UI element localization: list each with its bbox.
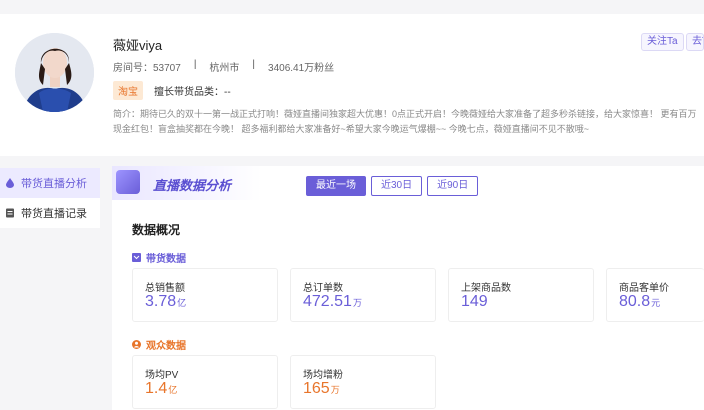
stat-value: 80.8元	[619, 293, 661, 310]
record-icon	[5, 208, 15, 218]
stat-label: 场均增粉	[303, 370, 343, 381]
stat-value: 165万	[303, 380, 340, 397]
banner-title: 直播数据分析	[153, 178, 232, 193]
intro-line: 简介：期待已久的双十一第一战正式打响！薇娅直播间独家超大优惠！0点正式开启！今晚…	[113, 109, 697, 119]
person-icon	[132, 340, 141, 349]
overview-title: 数据概况	[132, 223, 181, 237]
separator: |	[252, 59, 256, 70]
sales-section-title: 带货数据	[132, 250, 186, 265]
fans-count: 3406.41万粉丝	[268, 63, 335, 74]
separator: |	[193, 59, 197, 70]
sidebar-item-label: 带货直播记录	[21, 208, 87, 220]
stat-card-total-sales: 总销售额 3.78亿	[132, 268, 278, 322]
period-selector: 最近一场 近30日 近90日	[306, 176, 483, 196]
sales-section-label: 带货数据	[146, 254, 186, 265]
stat-card-products: 上架商品数 149	[448, 268, 594, 322]
stat-value: 472.51万	[303, 293, 362, 310]
stat-label: 场均PV	[145, 370, 179, 381]
period-90d-button[interactable]: 近90日	[427, 176, 479, 196]
sidebar: 带货直播分析 带货直播记录	[0, 168, 100, 228]
streamer-name: 薇娅viya	[113, 38, 163, 53]
stat-label: 总订单数	[303, 283, 343, 294]
intro-line: 现金红包！盲盒抽奖都在今晚！ 超多福利都给大家准备好~希望大家今晚运气爆棚~~ …	[113, 124, 590, 134]
stat-card-total-orders: 总订单数 472.51万	[290, 268, 436, 322]
sidebar-item-label: 带货直播分析	[21, 178, 87, 190]
follow-button[interactable]: 关注Ta	[641, 33, 684, 51]
sidebar-item-live-records[interactable]: 带货直播记录	[0, 198, 100, 228]
tag-row: 淘宝 擅长带货品类：--	[113, 81, 231, 100]
avatar[interactable]	[15, 33, 94, 112]
category-label: 擅长带货品类：--	[154, 87, 231, 98]
streamer-header: 薇娅viya 房间号：53707 | 杭州市 | 3406.41万粉丝 淘宝 擅…	[0, 14, 704, 156]
sidebar-item-live-analysis[interactable]: 带货直播分析	[0, 168, 100, 198]
stat-label: 上架商品数	[461, 283, 511, 294]
period-30d-button[interactable]: 近30日	[371, 176, 423, 196]
audience-section-label: 观众数据	[146, 341, 186, 352]
bag-icon	[132, 253, 141, 262]
main-panel: 直播数据分析 最近一场 近30日 近90日 数据概况 带货数据 总销售额 3.7…	[112, 166, 704, 410]
stat-card-avg-price: 商品客单价 80.8元	[606, 268, 704, 322]
period-latest-button[interactable]: 最近一场	[306, 176, 366, 196]
stat-card-avg-pv: 场均PV 1.4亿	[132, 355, 278, 409]
droplet-icon	[5, 178, 15, 188]
stat-value: 149	[461, 293, 488, 310]
platform-tag: 淘宝	[113, 81, 143, 100]
room-number: 房间号：53707	[113, 63, 181, 74]
streamer-intro: 简介：期待已久的双十一第一战正式打响！薇娅直播间独家超大优惠！0点正式开启！今晚…	[113, 107, 704, 137]
stat-card-avg-new-fans: 场均增粉 165万	[290, 355, 436, 409]
stat-value: 3.78亿	[145, 293, 187, 310]
stat-label: 商品客单价	[619, 283, 669, 294]
city: 杭州市	[209, 63, 240, 74]
audience-section-title: 观众数据	[132, 337, 186, 352]
section-banner: 直播数据分析	[112, 166, 262, 200]
streamer-meta: 房间号：53707 | 杭州市 | 3406.41万粉丝	[113, 59, 334, 74]
stat-value: 1.4亿	[145, 380, 178, 397]
goto-button[interactable]: 去T	[686, 33, 704, 51]
stat-label: 总销售额	[145, 283, 185, 294]
chart-logo-icon	[116, 170, 140, 194]
